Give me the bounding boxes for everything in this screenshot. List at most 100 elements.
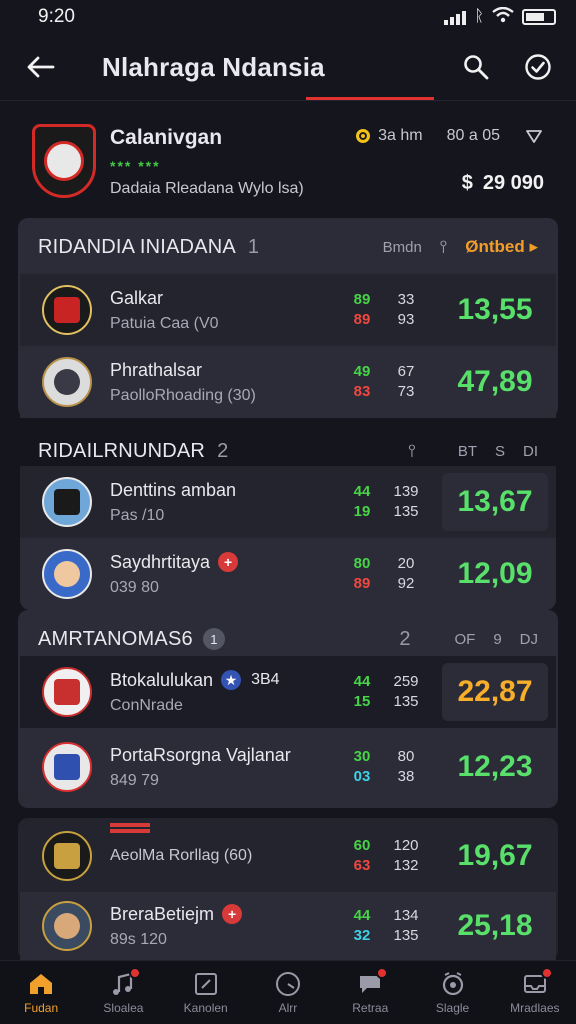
featured-time: 3a hm [378,127,423,144]
table-row[interactable]: Saydhrtitaya + 039 80 80 89 20 92 12,09 [20,538,556,610]
page-title: Nlahraga Ndansia [102,51,325,82]
row-name: BreraBetiejm + [110,904,340,925]
row-name: Denttins amban [110,479,237,500]
search-icon[interactable] [462,53,490,81]
nav-item-alarm[interactable]: Slagle [417,971,489,1015]
status-icons: ᚱ [444,6,556,28]
nav-label: Mradlaes [510,1001,560,1015]
column-label: 9 [493,630,502,648]
stat-value: 259 [393,673,419,690]
chevron-down-icon[interactable] [524,126,544,146]
table-row[interactable]: Phrathalsar PaolloRhoading (30) 49 83 67 7… [20,346,556,418]
status-bar: 9:20 ᚱ [0,0,576,34]
section-count: 1 [247,235,260,258]
score-value: 13,67 [442,473,548,531]
club-logo-icon [42,285,92,335]
notification-badge [376,967,389,979]
section-title: RIDANDIA INIADANA [38,235,236,258]
table-row[interactable]: PortaRsorgna Vajlanar 849 79 30 03 80 38 1… [20,728,556,806]
score-value: 12,23 [457,750,533,783]
table-row[interactable]: Galkar Patuia Caa (V0 89 89 33 93 13,55 [20,274,556,346]
row-subtitle: 89s 120 [110,930,167,948]
club-logo-icon [42,667,92,717]
stat-value: 30 [353,748,371,765]
row-subtitle: PaolloRhoading (30) [110,386,256,404]
section-link[interactable]: Øntbed ▸ [465,237,538,257]
featured-price: $ 29 090 [356,172,544,195]
nav-item-chat[interactable]: Retraa [334,967,406,1015]
stat-value: 44 [353,907,371,924]
row-name: Phrathalsar [110,359,203,380]
lte-icon: ᚱ [474,8,484,25]
row-subtitle: ConNrade [110,696,183,714]
score-value: 12,09 [457,557,533,590]
nav-label: Kanolen [183,1001,228,1015]
club-logo-icon [42,742,92,792]
table-row[interactable]: Btokalulukan ★ 3B4 ConNrade 44 15 259 135 … [20,656,556,728]
notification-badge [540,967,553,979]
stat-value: 44 [353,673,371,690]
nav-label: Fudan [24,1001,59,1015]
nav-item-calendar[interactable]: Kanolen [170,971,242,1015]
clock-dot-icon [356,129,371,143]
table-row[interactable]: BreraBetiejm + 89s 120 44 32 134 135 25,18 [20,892,556,960]
stat-value: 132 [393,857,419,874]
row-name-text: Saydhrtitaya [110,551,211,572]
table-row[interactable]: AeolMa Rorllag (60) 60 63 120 132 19,67 [20,820,556,892]
row-name: Btokalulukan ★ 3B4 [110,670,340,691]
stat-value: 60 [353,837,371,854]
stat-value: 93 [397,311,415,328]
score-value: 47,89 [457,365,533,398]
nav-item-home[interactable]: Fudan [5,971,77,1015]
stat-value: 20 [397,555,415,572]
row-subtitle: 849 79 [110,771,159,789]
stat-value: 135 [393,503,419,520]
signal-icon [444,9,467,25]
featured-club-card[interactable]: Calanivgan *** *** Dadaia Rleadana Wylo … [20,112,558,212]
stat-value: 44 [353,483,371,500]
section-count: 2 [399,627,411,650]
nav-label: Sloalea [103,1001,144,1015]
section-title: AMRTANOMAS6 [38,627,193,650]
stat-value: 135 [393,927,419,944]
stat-value: 80 [353,555,371,572]
table-row[interactable]: Denttins amban Pas /10 44 19 139 135 13,67 [20,466,556,538]
notification-badge [129,967,142,979]
featured-code: 80 a 05 [446,127,500,144]
row-name: Galkar [110,287,164,308]
stat-value: 73 [397,383,415,400]
row-name-text: BreraBetiejm [110,903,215,924]
plus-badge-icon: + [218,552,239,572]
stat-value: 19 [353,503,371,520]
column-label: OF [454,630,476,648]
row-extra: 3B4 [251,671,280,688]
column-label: Bmdn [382,238,422,256]
nav-label: Slagle [435,1001,470,1015]
nav-label: Alrr [278,1001,298,1015]
stat-value: 33 [397,291,415,308]
nav-item-clock[interactable]: Alrr [252,971,324,1015]
stat-value: 139 [393,483,419,500]
clock-icon [275,971,301,997]
section-title: RIDAILRNUNDAR [38,439,206,462]
stat-value: 80 [397,748,415,765]
pin-icon: ⫯ [408,441,416,460]
score-value: 13,55 [457,293,533,326]
star-badge-icon: ★ [221,670,242,690]
bottom-nav: Fudan Sloalea Kanolen Alrr Retraa Slagle [0,960,576,1024]
stat-value: 92 [397,575,415,592]
nav-item-inbox[interactable]: Mradlaes [499,967,571,1015]
player-avatar [42,901,92,951]
alarm-icon [440,971,466,997]
nav-item-music[interactable]: Sloalea [87,967,159,1015]
check-circle-icon[interactable] [524,53,552,81]
home-icon [28,971,54,997]
plus-badge-icon: + [222,904,243,924]
stat-value: 89 [353,311,371,328]
back-arrow-icon[interactable] [24,51,56,83]
status-time: 9:20 [38,6,75,27]
column-label: DI [523,442,538,460]
pin-icon: ⫯ [439,237,448,256]
stat-value: 89 [353,291,371,308]
row-subtitle: AeolMa Rorllag (60) [110,847,253,864]
